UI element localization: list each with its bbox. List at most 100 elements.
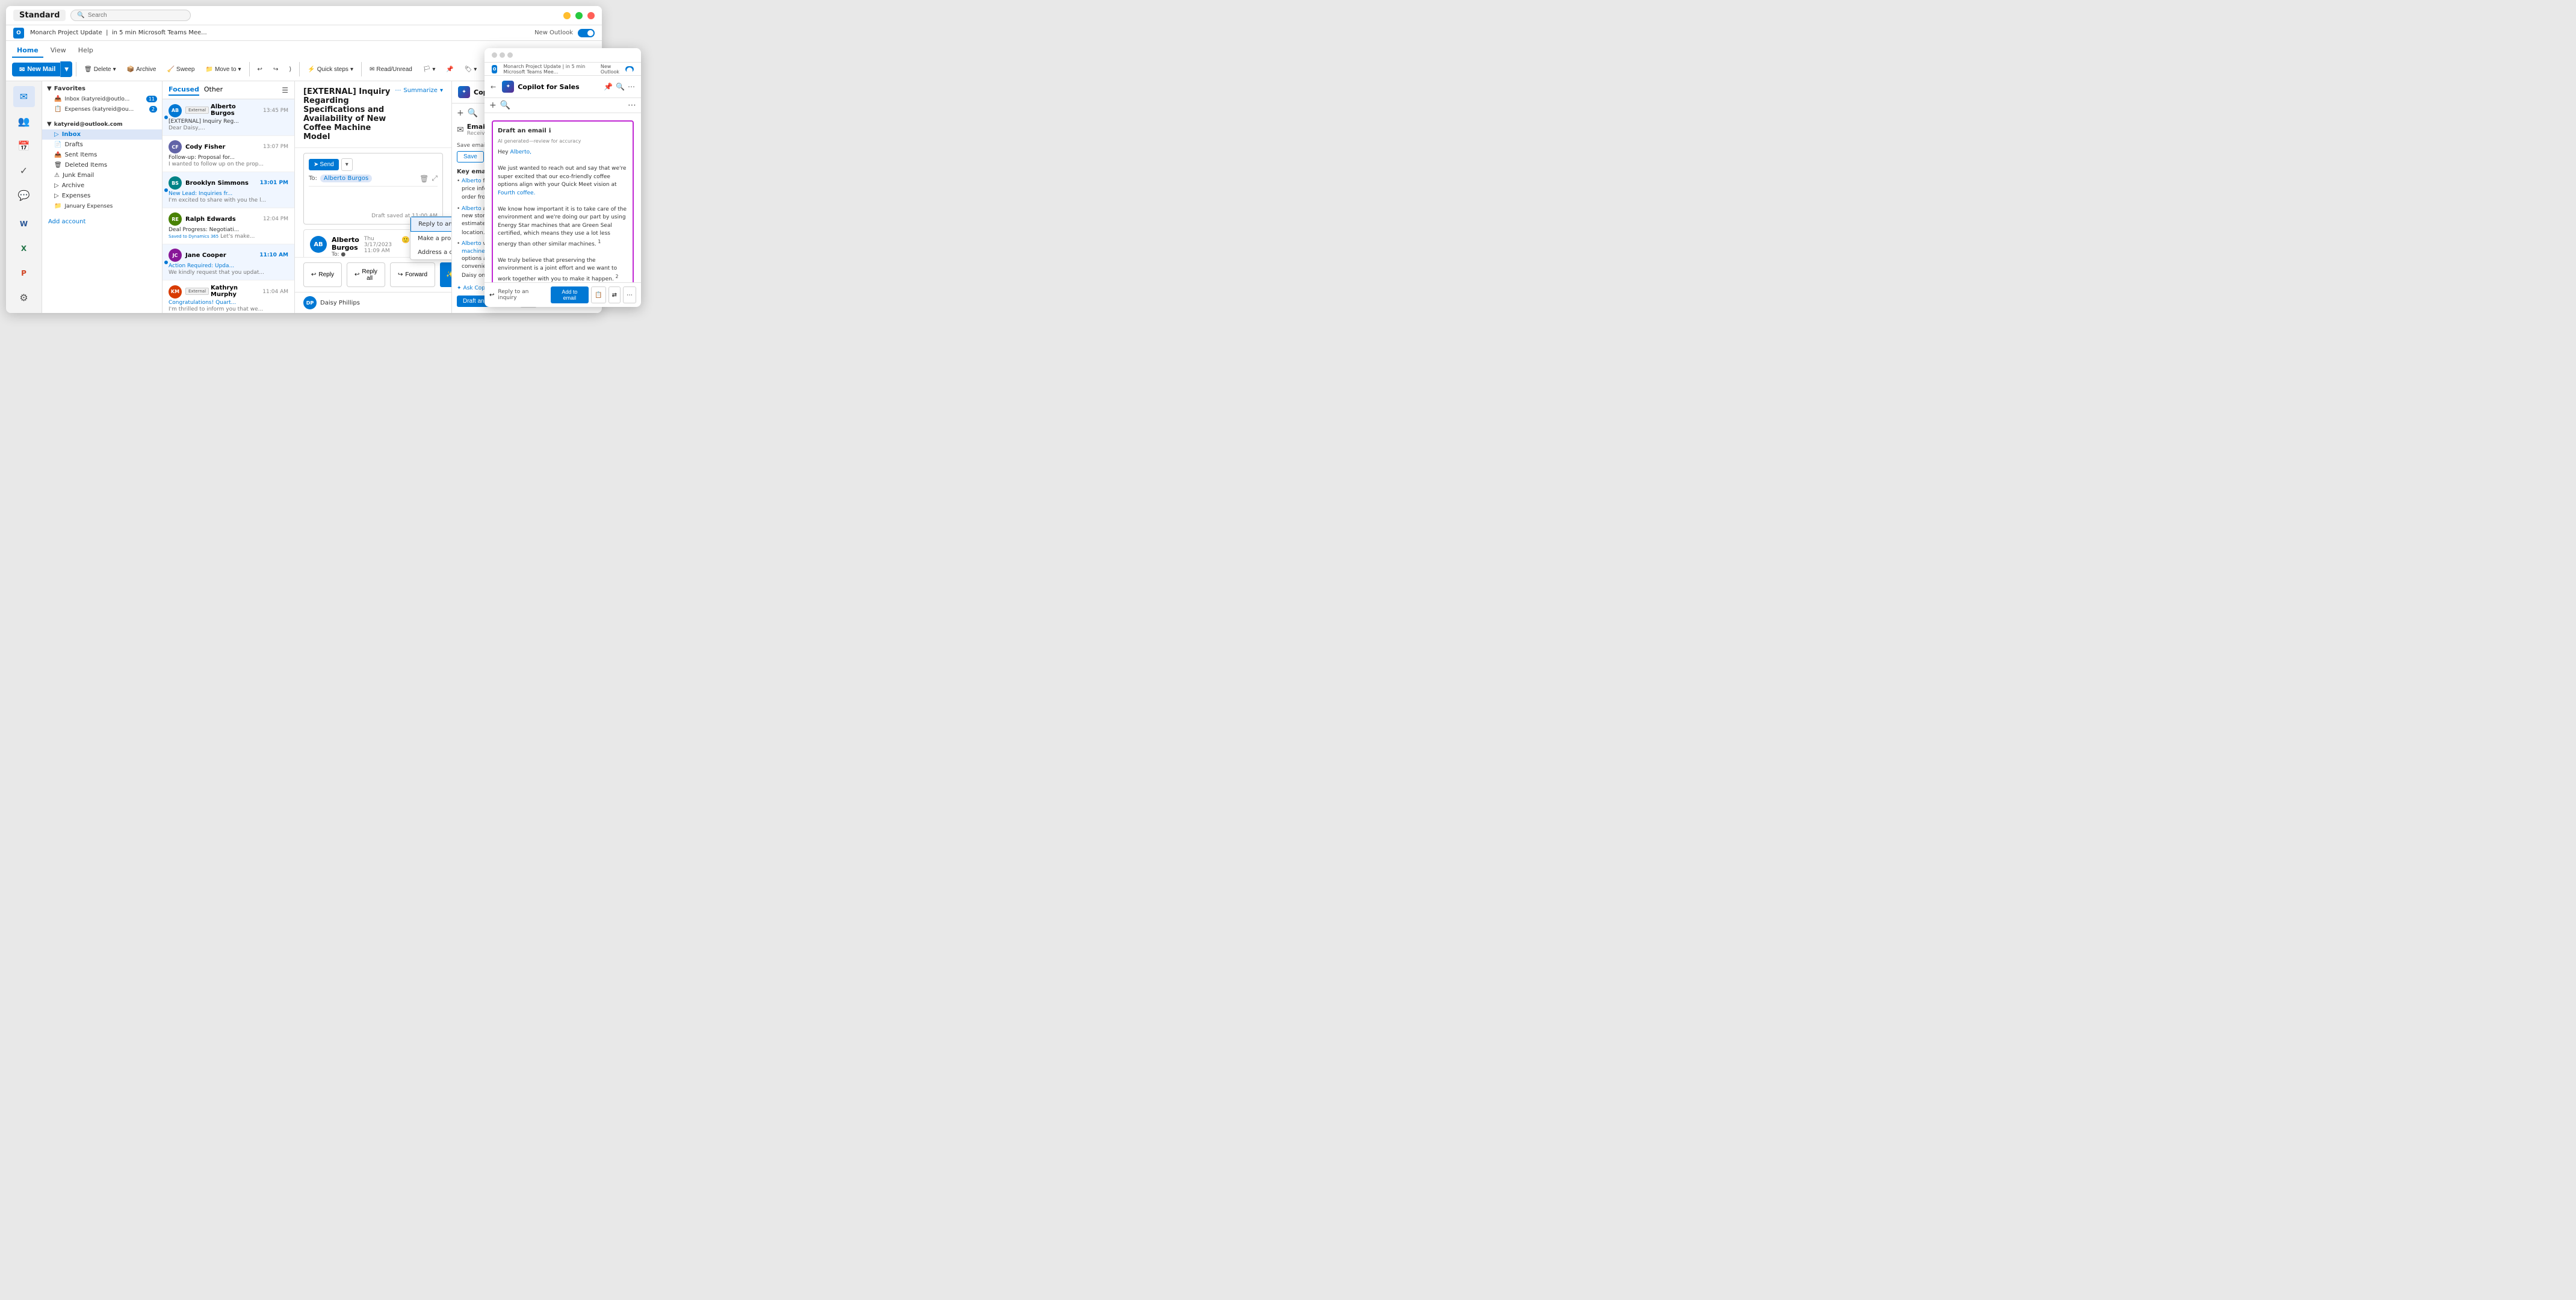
save-dynamics-button[interactable]: Save xyxy=(457,151,484,162)
folder-deleted[interactable]: 🗑 Deleted Items xyxy=(42,160,162,170)
key-info-link-alberto3[interactable]: Alberto xyxy=(462,241,481,247)
sidebar: ✉ 👥 📅 ✓ 💬 W X P ⚙ xyxy=(6,81,42,313)
forward-button[interactable]: ↪ Forward xyxy=(390,262,435,287)
delete-button[interactable]: 🗑 Delete ▾ xyxy=(80,64,120,75)
search-icon[interactable]: 🔍 xyxy=(468,108,478,118)
summarize-button[interactable]: ⋯ Summarize ▾ xyxy=(395,87,443,94)
add-to-email-button[interactable]: Add to email xyxy=(551,286,589,303)
dropdown-reply-inquiry[interactable]: Reply to an inquiry xyxy=(410,217,451,232)
undo-button[interactable]: ↩ xyxy=(253,64,267,75)
pin-button[interactable]: 📌 xyxy=(442,64,457,75)
folder-inbox-katyreid[interactable]: 📥 Inbox (katyreid@outlo... 11 xyxy=(42,94,162,104)
draft-section-title: Draft an email ℹ xyxy=(498,126,628,135)
copilot-logo-2: ✦ xyxy=(502,81,514,93)
key-info-link-alberto2[interactable]: Alberto xyxy=(462,206,481,212)
back-button[interactable]: ← xyxy=(491,83,496,91)
search-icon-2[interactable]: 🔍 xyxy=(500,101,510,110)
new-mail-dropdown-button[interactable]: ▾ xyxy=(60,61,72,77)
sidebar-icon-word[interactable]: W xyxy=(13,213,35,234)
outlook-icon-2: O xyxy=(492,65,497,73)
compose-text-area[interactable] xyxy=(309,190,438,211)
sidebar-icon-mail[interactable]: ✉ xyxy=(13,86,35,107)
win-btn-3[interactable] xyxy=(507,52,513,58)
sidebar-icon-calendar[interactable]: 📅 xyxy=(13,135,35,156)
draft-email-section: Draft an email ℹ AI generated—review for… xyxy=(492,120,634,282)
dropdown-make-proposal[interactable]: Make a proposal xyxy=(410,232,451,246)
sidebar-icon-powerpoint[interactable]: P xyxy=(13,262,35,283)
folder-archive[interactable]: ▷ Archive xyxy=(42,181,162,191)
sidebar-icon-chat[interactable]: 💬 xyxy=(13,185,35,206)
read-unread-button[interactable]: ✉ Read/Unread xyxy=(365,64,416,75)
expand-compose-icon[interactable]: ⤢ xyxy=(432,174,438,183)
more-icon-2[interactable]: ⋯ xyxy=(628,101,636,110)
more-button-2[interactable]: ⋯ xyxy=(623,286,636,303)
quick-steps-button[interactable]: ⚡ Quick steps ▾ xyxy=(303,64,358,75)
folder-expenses-katyreid[interactable]: 📋 Expenses (katyreid@ou... 2 xyxy=(42,104,162,114)
search-bar[interactable]: 🔍 xyxy=(70,10,191,21)
list-item[interactable]: JC Jane Cooper 11:10 AM Action Required:… xyxy=(163,244,294,280)
delete-recipient-icon[interactable]: 🗑 xyxy=(420,175,429,183)
new-mail-button[interactable]: ✉ New Mail xyxy=(12,63,60,76)
flag-button[interactable]: 🏳 ▾ xyxy=(419,64,440,75)
minimize-button[interactable] xyxy=(563,12,571,19)
copilot2-search-icon[interactable]: 🔍 xyxy=(616,82,625,91)
emoji-button[interactable]: 🙂 xyxy=(401,236,410,244)
folder-drafts[interactable]: 📄 Drafts xyxy=(42,140,162,150)
add-icon[interactable]: + xyxy=(457,108,464,118)
close-button[interactable] xyxy=(587,12,595,19)
filter-icon[interactable]: ☰ xyxy=(282,86,288,94)
tab-other[interactable]: Other xyxy=(204,84,223,96)
sidebar-icon-settings[interactable]: ⚙ xyxy=(13,287,35,308)
delete-icon: 🗑 xyxy=(84,66,92,73)
send-dropdown-button[interactable]: ▾ xyxy=(341,158,353,171)
tab-focused[interactable]: Focused xyxy=(169,84,199,96)
sidebar-icon-excel[interactable]: X xyxy=(13,238,35,259)
list-item[interactable]: BS Brooklyn Simmons 13:01 PM New Lead: I… xyxy=(163,172,294,208)
settings-button-2[interactable]: ⇄ xyxy=(608,286,621,303)
move-to-button[interactable]: 📁 Move to ▾ xyxy=(201,64,245,75)
copy-button[interactable]: 📋 xyxy=(591,286,605,303)
win-btn-1[interactable] xyxy=(492,52,497,58)
win-btn-2[interactable] xyxy=(500,52,505,58)
draft-info-icon[interactable]: ℹ xyxy=(549,126,551,135)
list-item[interactable]: KM External Kathryn Murphy 11:04 AM Cong… xyxy=(163,280,294,313)
toggle-2[interactable] xyxy=(625,66,634,72)
list-item[interactable]: AB External Alberto Burgos 13:45 PM [EXT… xyxy=(163,99,294,136)
tab-help[interactable]: Help xyxy=(73,44,98,58)
sidebar-icon-people[interactable]: 👥 xyxy=(13,111,35,132)
search-input[interactable] xyxy=(88,12,185,19)
copilot2-pin-icon[interactable]: 📌 xyxy=(604,82,613,91)
tab-home[interactable]: Home xyxy=(12,44,43,58)
folder-january[interactable]: 📁 January Expenses xyxy=(42,201,162,211)
redo-button[interactable]: ↪ xyxy=(269,64,282,75)
forward-button[interactable]: ⟩ xyxy=(285,64,296,75)
favorites-header[interactable]: ▼ Favorites xyxy=(42,84,162,94)
folder-expenses[interactable]: ▷ Expenses xyxy=(42,191,162,201)
account-header[interactable]: ▼ katyreid@outlook.com xyxy=(42,119,162,129)
categorize-button[interactable]: 🏷 ▾ xyxy=(460,64,481,75)
dropdown-address-concern[interactable]: Address a concern xyxy=(410,246,451,259)
tab-view[interactable]: View xyxy=(46,44,71,58)
list-item[interactable]: RE Ralph Edwards 12:04 PM Deal Progress:… xyxy=(163,208,294,244)
external-tag: External xyxy=(185,288,209,295)
avatar: KM xyxy=(169,285,182,299)
archive-button[interactable]: 📦 Archive xyxy=(123,64,161,75)
folder-inbox[interactable]: ▷ Inbox xyxy=(42,129,162,140)
folder-junk[interactable]: ⚠ Junk Email xyxy=(42,170,162,181)
folder-sent-icon: 📤 xyxy=(54,152,61,158)
add-icon-2[interactable]: + xyxy=(489,101,497,110)
fourth-coffee-link[interactable]: Fourth coffee. xyxy=(498,190,535,196)
key-info-link-alberto[interactable]: Alberto xyxy=(462,178,481,184)
folder-sent[interactable]: 📤 Sent Items xyxy=(42,150,162,160)
send-button[interactable]: ➤ Send xyxy=(309,159,339,170)
add-account-link[interactable]: Add account xyxy=(48,218,85,225)
draft-email-button[interactable]: ✨ Draft an email xyxy=(440,262,451,287)
reply-button[interactable]: ↩ Reply xyxy=(303,262,342,287)
sweep-button[interactable]: 🧹 Sweep xyxy=(163,64,199,75)
copilot2-more-icon[interactable]: ⋯ xyxy=(628,82,635,91)
reply-all-button[interactable]: ↩ Reply all xyxy=(347,262,385,287)
sidebar-icon-tasks[interactable]: ✓ xyxy=(13,160,35,181)
list-item[interactable]: CF Cody Fisher 13:07 PM Follow-up: Propo… xyxy=(163,136,294,172)
new-outlook-toggle[interactable] xyxy=(578,29,595,37)
maximize-button[interactable] xyxy=(575,12,583,19)
